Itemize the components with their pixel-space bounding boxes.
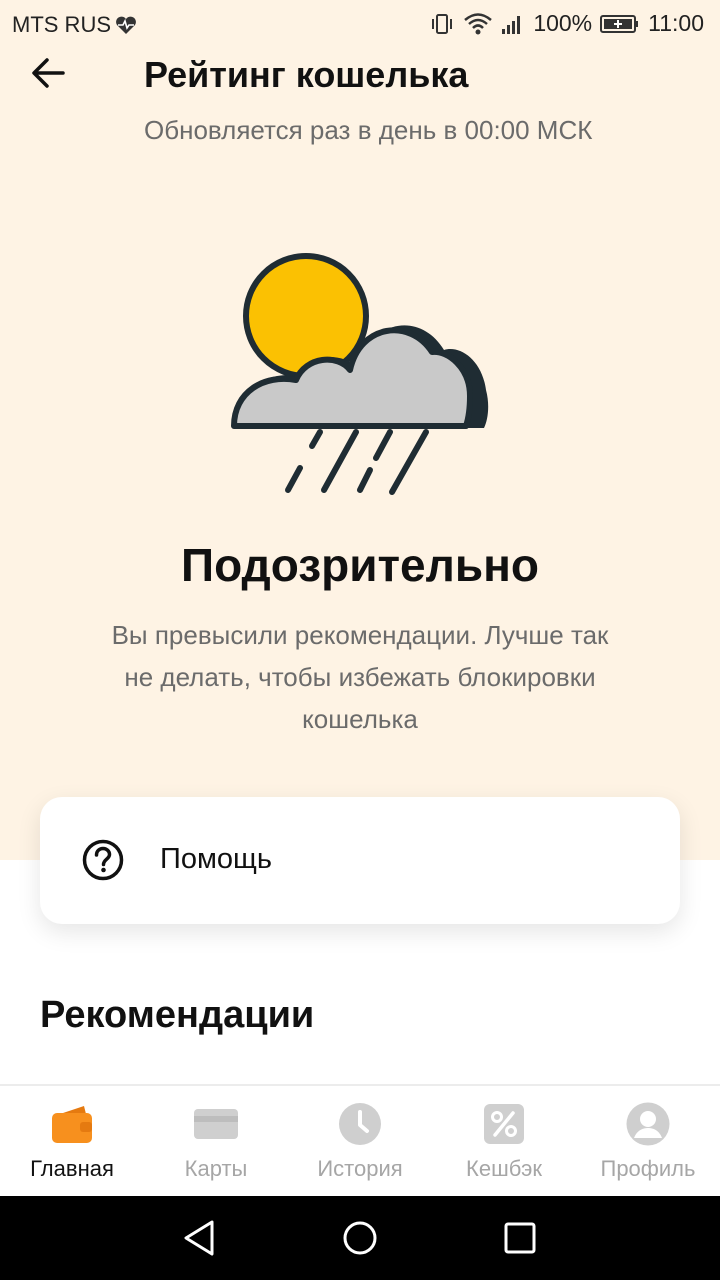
health-heart-icon <box>116 16 136 34</box>
question-circle-icon <box>82 839 124 881</box>
arrow-back-icon <box>32 58 65 88</box>
rating-status-heading: Подозрительно <box>181 539 539 591</box>
help-button[interactable]: Помощь <box>40 797 680 924</box>
clock-time: 11:00 <box>648 10 704 36</box>
back-button[interactable] <box>24 50 74 96</box>
card-icon <box>194 1109 238 1139</box>
nav-label-profile: Профиль <box>600 1156 696 1181</box>
nav-item-profile[interactable]: Профиль <box>576 1086 720 1198</box>
help-label: Помощь <box>160 843 273 875</box>
profile-icon <box>626 1102 670 1146</box>
wallet-icon <box>52 1106 92 1143</box>
percent-icon <box>484 1104 524 1144</box>
status-left: MTS RUS <box>12 12 137 38</box>
nav-item-home[interactable]: Главная <box>0 1086 144 1198</box>
nav-label-cards: Карты <box>184 1156 248 1181</box>
nav-home-circle-icon[interactable] <box>336 1214 384 1262</box>
status-right: 100% 11:00 <box>429 10 704 37</box>
nav-label-history: История <box>317 1156 403 1181</box>
signal-icon <box>502 15 521 34</box>
rating-status-description: Вы превысили рекомендации. Лучше так не … <box>111 620 609 734</box>
carrier-name: MTS RUS <box>12 12 111 37</box>
battery-percent: 100% <box>533 10 593 36</box>
nav-item-history[interactable]: История <box>288 1086 432 1198</box>
bottom-nav: Главная Карты История Кешбэк Профиль <box>0 1084 720 1198</box>
nav-back-triangle-icon[interactable] <box>176 1214 224 1262</box>
status-bar: MTS RUS 100% 11:00 <box>0 0 720 50</box>
battery-icon <box>600 14 639 33</box>
recommendations-title: Рекомендации <box>40 994 315 1036</box>
wifi-icon <box>464 12 493 34</box>
system-nav-bar <box>0 1196 720 1280</box>
page-subtitle: Обновляется раз в день в 00:00 МСК <box>144 115 593 145</box>
nav-item-cashback[interactable]: Кешбэк <box>432 1086 576 1198</box>
clock-icon <box>339 1103 381 1145</box>
nav-label-cashback: Кешбэк <box>466 1156 542 1181</box>
vibrate-icon <box>432 13 453 34</box>
page-title: Рейтинг кошелька <box>144 54 469 95</box>
sun-cloud-rain-illustration <box>231 253 489 495</box>
nav-item-cards[interactable]: Карты <box>144 1086 288 1198</box>
nav-label-home: Главная <box>30 1156 114 1181</box>
nav-recents-square-icon[interactable] <box>496 1214 544 1262</box>
